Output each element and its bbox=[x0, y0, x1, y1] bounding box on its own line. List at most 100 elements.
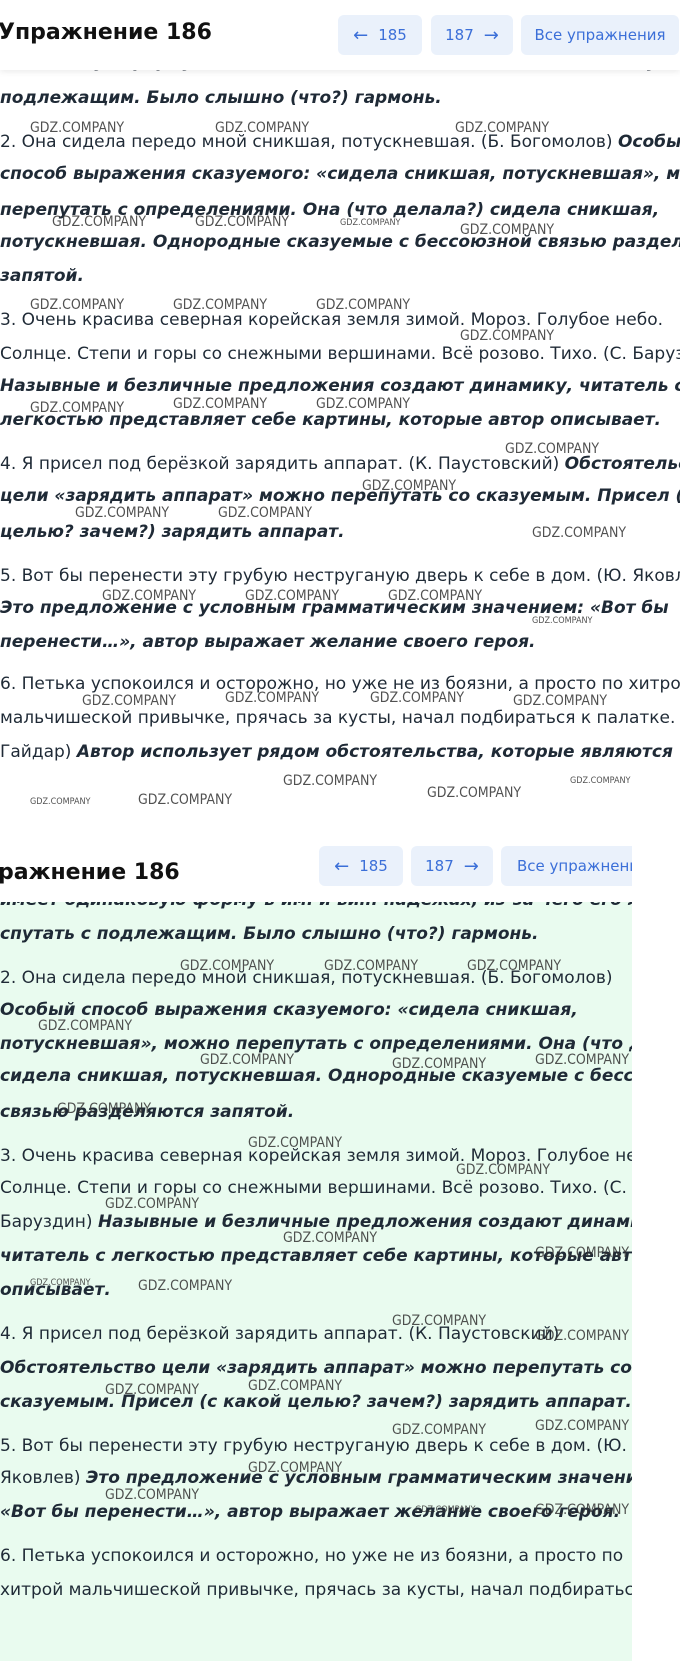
text-segment: сидела сникшая, потускневшая. Однородные… bbox=[0, 1066, 632, 1086]
text-line: 6. Петька успокоился и осторожно, но уже… bbox=[0, 674, 680, 694]
text-line: Баруздин) Назывные и безличные предложен… bbox=[0, 1212, 632, 1232]
text-segment: 2. Она сидела передо мной сникшая, потус… bbox=[0, 968, 613, 988]
text-line: запятой. bbox=[0, 266, 680, 286]
text-line: 6. Петька успокоился и осторожно, но уже… bbox=[0, 1546, 632, 1566]
text-line: Это предложение с условным грамматически… bbox=[0, 598, 680, 618]
text-segment: спутать с подлежащим. Было слышно (что?)… bbox=[0, 924, 539, 944]
next-exercise-label-2: 187 bbox=[425, 857, 454, 875]
answer-text-highlighted: имеет одинаковую форму в им. и вин. паде… bbox=[0, 890, 632, 1661]
text-segment: Баруздин) bbox=[0, 1212, 98, 1232]
all-exercises-button-2[interactable]: Все упражнени bbox=[501, 846, 632, 886]
prev-exercise-label-2: 185 bbox=[359, 857, 388, 875]
text-segment: мальчишеской привычке, прячась за кусты,… bbox=[0, 708, 680, 728]
text-line: 3. Очень красива северная корейская земл… bbox=[0, 1146, 632, 1166]
text-segment: «Вот бы перенести…», автор выражает жела… bbox=[0, 1502, 621, 1522]
page-title: Упражнение 186 bbox=[0, 20, 212, 45]
text-line: способ выражения сказуемого: «сидела сни… bbox=[0, 164, 680, 184]
next-exercise-label: 187 bbox=[445, 26, 474, 44]
text-segment: Автор использует рядом обстоятельства, к… bbox=[76, 742, 673, 762]
screenshot-panel-bottom: ражнение 186 ← 185 187 → Все упражнени и… bbox=[0, 830, 632, 1661]
arrow-left-icon: ← bbox=[334, 855, 350, 877]
text-line: сказуемым. Присел (с какой целью? зачем?… bbox=[0, 1392, 632, 1412]
all-exercises-label-2: Все упражнени bbox=[517, 857, 632, 875]
text-line: легкостью представляет себе картины, кот… bbox=[0, 410, 680, 430]
text-segment: 4. Я присел под берёзкой зарядить аппара… bbox=[0, 454, 565, 474]
text-line: описывает. bbox=[0, 1280, 632, 1300]
text-line: хитрой мальчишеской привычке, прячась за… bbox=[0, 1580, 632, 1600]
text-line: 3. Очень красива северная корейская земл… bbox=[0, 310, 680, 330]
text-line: потускневшая. Однородные сказуемые с бес… bbox=[0, 232, 680, 252]
text-segment: хитрой мальчишеской привычке, прячась за… bbox=[0, 1580, 632, 1600]
text-line: сидела сникшая, потускневшая. Однородные… bbox=[0, 1066, 632, 1086]
text-line: Гайдар) Автор использует рядом обстоятел… bbox=[0, 742, 680, 762]
text-line: 4. Я присел под берёзкой зарядить аппара… bbox=[0, 454, 680, 474]
all-exercises-label: Все упражнения bbox=[534, 26, 666, 44]
text-line: 4. Я присел под берёзкой зарядить аппара… bbox=[0, 1324, 632, 1344]
next-exercise-button-2[interactable]: 187 → bbox=[411, 846, 493, 886]
text-line: мальчишеской привычке, прячась за кусты,… bbox=[0, 708, 680, 728]
text-line: 5. Вот бы перенести эту грубую неструган… bbox=[0, 566, 680, 586]
text-segment: Гайдар) bbox=[0, 742, 77, 762]
text-segment: читатель с легкостью представляет себе к… bbox=[0, 1246, 632, 1266]
text-segment: Назывные и безличные предложения создают… bbox=[97, 1212, 632, 1232]
text-segment: Назывные и безличные предложения создают… bbox=[0, 376, 680, 396]
text-segment: целью? зачем?) зарядить аппарат. bbox=[0, 522, 345, 542]
prev-exercise-label: 185 bbox=[378, 26, 407, 44]
text-segment: перенести…», автор выражает желание свое… bbox=[0, 632, 536, 652]
text-line: 2. Она сидела передо мной сникшая, потус… bbox=[0, 132, 680, 152]
text-segment: Обстоятельство цели «зарядить аппарат» м… bbox=[0, 1358, 632, 1378]
arrow-right-icon: → bbox=[463, 855, 479, 877]
text-segment: описывает. bbox=[0, 1280, 111, 1300]
text-segment: 3. Очень красива северная корейская земл… bbox=[0, 310, 664, 330]
text-segment: 5. Вот бы перенести эту грубую неструган… bbox=[0, 1436, 627, 1456]
prev-exercise-button[interactable]: ← 185 bbox=[338, 15, 422, 55]
page-title-2: ражнение 186 bbox=[0, 860, 180, 885]
text-segment: Это предложение с условным грамматически… bbox=[85, 1468, 632, 1488]
text-line: «Вот бы перенести…», автор выражает жела… bbox=[0, 1502, 632, 1522]
text-segment: Яковлев) bbox=[0, 1468, 86, 1488]
text-segment: 6. Петька успокоился и осторожно, но уже… bbox=[0, 1546, 624, 1566]
text-segment: 6. Петька успокоился и осторожно, но уже… bbox=[0, 674, 680, 694]
header-bar: Упражнение 186 ← 185 187 → Все упражнени… bbox=[0, 0, 680, 70]
arrow-right-icon: → bbox=[483, 24, 499, 46]
prev-exercise-button-2[interactable]: ← 185 bbox=[319, 846, 403, 886]
text-line: Назывные и безличные предложения создают… bbox=[0, 376, 680, 396]
answer-text: одинаковую форму в им. и вин. падежах, и… bbox=[0, 0, 680, 830]
text-segment: 3. Очень красива северная корейская земл… bbox=[0, 1146, 632, 1166]
text-segment: Особый bbox=[617, 132, 680, 152]
text-line: читатель с легкостью представляет себе к… bbox=[0, 1246, 632, 1266]
text-segment: потускневшая», можно перепутать с опреде… bbox=[0, 1034, 632, 1054]
text-segment: 5. Вот бы перенести эту грубую неструган… bbox=[0, 566, 680, 586]
text-line: связью разделяются запятой. bbox=[0, 1102, 632, 1122]
text-line: 2. Она сидела передо мной сникшая, потус… bbox=[0, 968, 632, 988]
text-segment: цели «зарядить аппарат» можно перепутать… bbox=[0, 486, 680, 506]
text-line: Яковлев) Это предложение с условным грам… bbox=[0, 1468, 632, 1488]
text-segment: Особый способ выражения сказуемого: «сид… bbox=[0, 1000, 578, 1020]
text-line: перепутать с определениями. Она (что дел… bbox=[0, 200, 680, 220]
text-segment: подлежащим. Было слышно (что?) гармонь. bbox=[0, 88, 442, 108]
text-segment: сказуемым. Присел (с какой целью? зачем?… bbox=[0, 1392, 632, 1412]
text-line: цели «зарядить аппарат» можно перепутать… bbox=[0, 486, 680, 506]
text-segment: Это предложение с условным грамматически… bbox=[0, 598, 669, 618]
text-line: Солнце. Степи и горы со снежными вершина… bbox=[0, 344, 680, 364]
text-segment: связью разделяются запятой. bbox=[0, 1102, 295, 1122]
text-line: перенести…», автор выражает желание свое… bbox=[0, 632, 680, 652]
header-bar-2: ражнение 186 ← 185 187 → Все упражнени bbox=[0, 830, 632, 902]
text-line: целью? зачем?) зарядить аппарат. bbox=[0, 522, 680, 542]
text-segment: способ выражения сказуемого: «сидела сни… bbox=[0, 164, 680, 184]
text-segment: легкостью представляет себе картины, кот… bbox=[0, 410, 662, 430]
text-segment: Солнце. Степи и горы со снежными вершина… bbox=[0, 1178, 627, 1198]
next-exercise-button[interactable]: 187 → bbox=[431, 15, 513, 55]
text-line: подлежащим. Было слышно (что?) гармонь. bbox=[0, 88, 680, 108]
text-line: Особый способ выражения сказуемого: «сид… bbox=[0, 1000, 632, 1020]
text-segment: 4. Я присел под берёзкой зарядить аппара… bbox=[0, 1324, 560, 1344]
text-segment: Солнце. Степи и горы со снежными вершина… bbox=[0, 344, 680, 364]
arrow-left-icon: ← bbox=[353, 24, 369, 46]
text-segment: потускневшая. Однородные сказуемые с бес… bbox=[0, 232, 680, 252]
all-exercises-button[interactable]: Все упражнения bbox=[521, 15, 679, 55]
text-line: Солнце. Степи и горы со снежными вершина… bbox=[0, 1178, 632, 1198]
text-line: спутать с подлежащим. Было слышно (что?)… bbox=[0, 924, 632, 944]
text-line: 5. Вот бы перенести эту грубую неструган… bbox=[0, 1436, 632, 1456]
screenshot-panel-top: одинаковую форму в им. и вин. падежах, и… bbox=[0, 0, 680, 830]
text-line: Обстоятельство цели «зарядить аппарат» м… bbox=[0, 1358, 632, 1378]
